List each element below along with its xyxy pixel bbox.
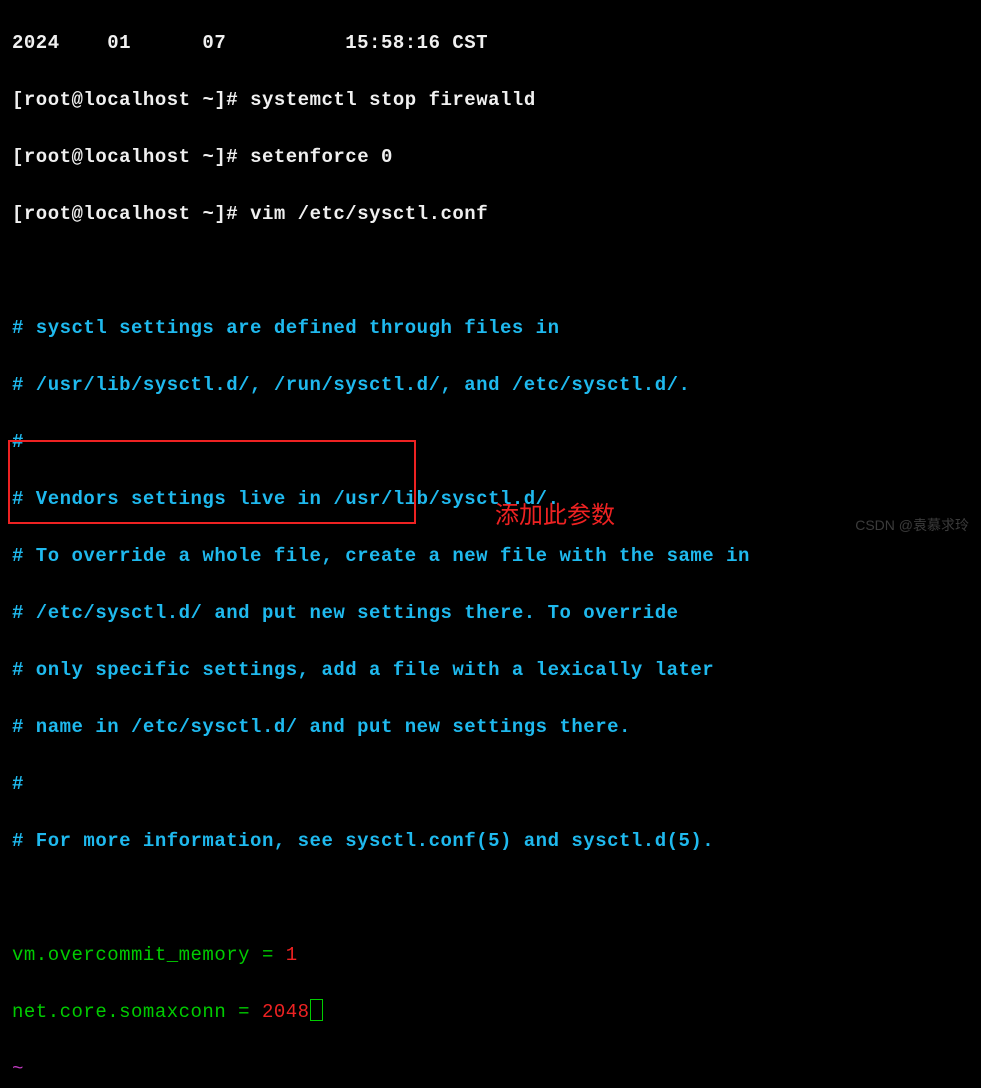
command-text: setenforce 0 (250, 146, 393, 168)
command-text: systemctl stop firewalld (250, 89, 536, 111)
file-comment: # name in /etc/sysctl.d/ and put new set… (12, 713, 969, 742)
blank-line (12, 884, 969, 913)
command-text: vim /etc/sysctl.conf (250, 203, 488, 225)
file-comment: # /etc/sysctl.d/ and put new settings th… (12, 599, 969, 628)
vim-tilde: ~ (12, 1055, 969, 1084)
file-comment: # (12, 770, 969, 799)
command-line-2: [root@localhost ~]# setenforce 0 (12, 143, 969, 172)
file-comment: # /usr/lib/sysctl.d/, /run/sysctl.d/, an… (12, 371, 969, 400)
watermark: CSDN @袁慕求玲 (855, 515, 969, 536)
terminal-output[interactable]: 2024 01 07 15:58:16 CST [root@localhost … (0, 0, 981, 1088)
command-line-1: [root@localhost ~]# systemctl stop firew… (12, 86, 969, 115)
annotation-text: 添加此参数 (495, 498, 615, 534)
file-comment: # Vendors settings live in /usr/lib/sysc… (12, 485, 969, 514)
file-comment: # For more information, see sysctl.conf(… (12, 827, 969, 856)
file-comment: # To override a whole file, create a new… (12, 542, 969, 571)
config-param-1: vm.overcommit_memory = 1 (12, 941, 969, 970)
file-comment: # only specific settings, add a file wit… (12, 656, 969, 685)
blank-line (12, 257, 969, 286)
date-line: 2024 01 07 15:58:16 CST (12, 29, 969, 58)
file-comment: # sysctl settings are defined through fi… (12, 314, 969, 343)
cursor (310, 999, 323, 1021)
command-line-3: [root@localhost ~]# vim /etc/sysctl.conf (12, 200, 969, 229)
config-param-2: net.core.somaxconn = 2048 (12, 998, 969, 1027)
file-comment: # (12, 428, 969, 457)
